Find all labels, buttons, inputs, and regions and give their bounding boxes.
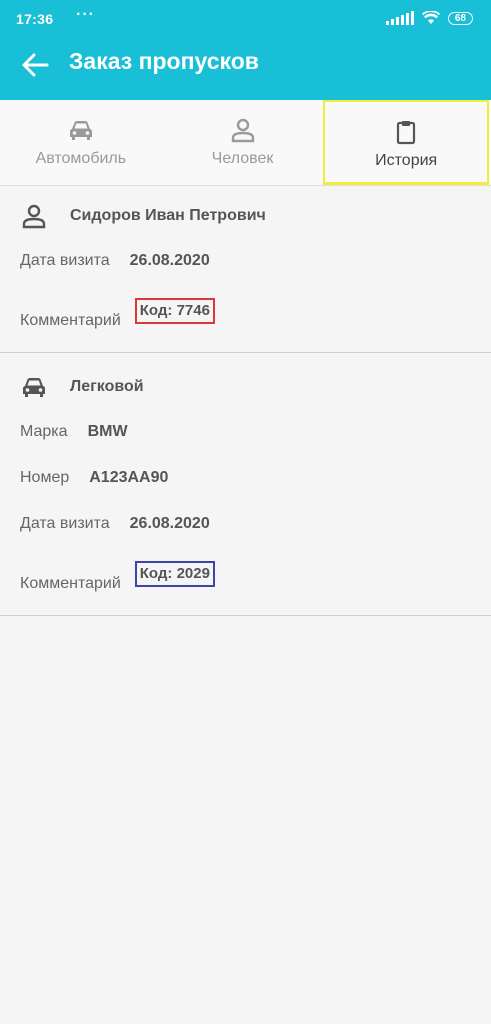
tab-car[interactable]: Автомобиль [0, 100, 162, 185]
tab-bar: Автомобиль Человек История [0, 100, 491, 186]
person-icon [231, 118, 254, 143]
visit-date-label: Дата визита [20, 252, 110, 269]
history-list: Сидоров Иван Петрович Дата визита 26.08.… [0, 186, 491, 616]
plate-label: Номер [20, 469, 70, 486]
visit-date-value: 26.08.2020 [129, 252, 210, 269]
visit-date-value: 26.08.2020 [129, 515, 210, 532]
plate-row: Номер А123АА90 [20, 455, 471, 501]
comment-label: Комментарий [20, 312, 121, 329]
tab-car-label: Автомобиль [35, 150, 127, 167]
comment-code-value: Код: 7746 [134, 298, 215, 324]
person-card-header: Сидоров Иван Петрович [20, 194, 471, 238]
vehicle-type: Легковой [70, 378, 144, 395]
comment-row: Комментарий Код: 2029 [20, 547, 471, 615]
visit-date-row: Дата визита 26.08.2020 [20, 238, 471, 284]
battery-icon: 68 [447, 11, 473, 25]
status-time: 17:36 [16, 11, 54, 27]
person-pass-card[interactable]: Сидоров Иван Петрович Дата визита 26.08.… [0, 186, 491, 353]
notification-dots: ··· [76, 6, 95, 23]
clipboard-icon [397, 121, 416, 145]
person-name: Сидоров Иван Петрович [70, 207, 266, 224]
wifi-icon [421, 11, 440, 24]
visit-date-label: Дата визита [20, 515, 110, 532]
signal-icon [385, 11, 414, 25]
comment-row: Комментарий Код: 7746 [20, 284, 471, 352]
tab-history-label: История [375, 152, 438, 169]
app-bar: 17:36 ··· 68 Заказ пропусков [0, 0, 491, 100]
tab-history[interactable]: История [323, 100, 490, 185]
plate-value: А123АА90 [89, 469, 169, 486]
page-title: Заказ пропусков [69, 48, 259, 74]
brand-row: Марка BMW [20, 409, 471, 455]
vehicle-card-header: Легковой [20, 365, 471, 409]
vehicle-pass-card[interactable]: Легковой Марка BMW Номер А123АА90 Дата в… [0, 353, 491, 616]
comment-label: Комментарий [20, 575, 121, 592]
person-icon [22, 204, 46, 229]
visit-date-row: Дата визита 26.08.2020 [20, 501, 471, 547]
car-icon [23, 378, 45, 397]
brand-label: Марка [20, 423, 68, 440]
car-icon [69, 121, 92, 140]
comment-code-value: Код: 2029 [134, 561, 215, 587]
tab-person[interactable]: Человек [162, 100, 324, 185]
back-arrow-icon[interactable] [20, 50, 50, 80]
brand-value: BMW [87, 423, 128, 440]
status-icons: 68 [385, 11, 473, 25]
tab-person-label: Человек [211, 150, 274, 167]
